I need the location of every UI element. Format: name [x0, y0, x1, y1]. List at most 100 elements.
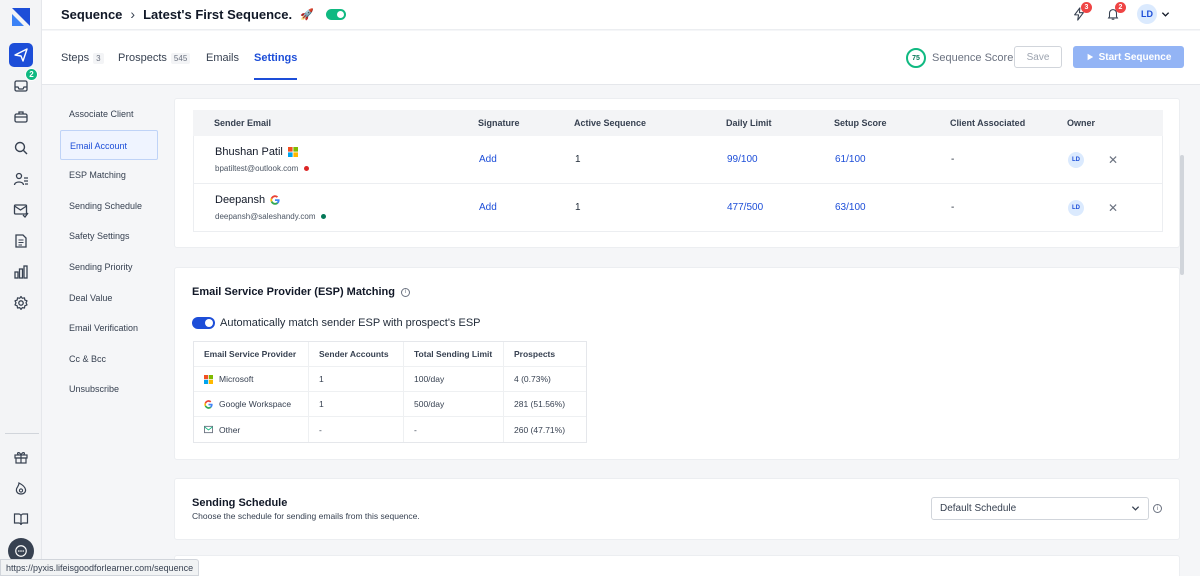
column-header: Setup Score — [834, 118, 887, 128]
status-dot — [304, 166, 310, 171]
column-header: Sender Accounts — [309, 342, 404, 366]
score-ring: 75 — [906, 48, 926, 68]
sender-name: Bhushan Patil — [215, 146, 283, 158]
menu-cc-bcc[interactable]: Cc & Bcc — [60, 344, 158, 375]
briefcase-icon[interactable] — [9, 105, 33, 129]
menu-sending-schedule[interactable]: Sending Schedule — [60, 191, 158, 222]
provider-cell: Microsoft — [194, 367, 309, 391]
schedule-select[interactable]: Default Schedule — [931, 497, 1149, 520]
section-title: Sending Schedule — [192, 497, 287, 509]
daily-limit-link[interactable]: 477/500 — [727, 202, 835, 213]
chevron-down-icon — [1161, 11, 1170, 17]
play-icon — [1087, 53, 1093, 61]
provider-cell: Google Workspace — [194, 392, 309, 416]
menu-email-verification[interactable]: Email Verification — [60, 313, 158, 344]
tab-label: Emails — [206, 52, 240, 64]
link-status-bar: https://pyxis.lifeisgoodforlearner.com/s… — [0, 559, 200, 576]
table-row: Bhushan Patil bpatiltest@outlook.com Add… — [193, 136, 1163, 184]
mail-check-icon[interactable] — [9, 198, 33, 222]
esp-match-toggle[interactable] — [192, 317, 215, 329]
analytics-icon[interactable] — [9, 260, 33, 284]
tab-emails[interactable]: Emails — [206, 52, 239, 64]
scrollbar[interactable] — [1180, 155, 1184, 275]
book-icon[interactable] — [9, 507, 33, 531]
google-icon — [270, 195, 280, 205]
menu-sending-priority[interactable]: Sending Priority — [60, 252, 158, 283]
tab-prospects[interactable]: Prospects 545 — [118, 52, 191, 64]
top-bar: Sequence › Latest's First Sequence. 🚀 3 … — [42, 0, 1200, 30]
left-rail: 2 — [0, 0, 42, 576]
column-header: Email Service Provider — [194, 342, 309, 366]
tab-label: Prospects — [118, 52, 167, 64]
saleshandy-logo[interactable] — [10, 6, 32, 28]
column-header: Active Sequence — [574, 118, 647, 128]
column-header: Owner — [1067, 118, 1096, 128]
table-header: Sender Email Signature Active Sequence D… — [193, 110, 1163, 136]
tab-count: 545 — [170, 52, 191, 64]
table-row: Google Workspace 1 500/day 281 (51.56%) — [194, 392, 586, 417]
table-row: Microsoft 1 100/day 4 (0.73%) — [194, 367, 586, 392]
info-icon[interactable]: i — [1153, 504, 1162, 513]
tab-settings[interactable]: Settings — [254, 52, 298, 80]
active-sequence-count: 1 — [575, 202, 581, 213]
sender-accounts: 1 — [309, 392, 404, 416]
fire-icon[interactable] — [9, 476, 33, 500]
save-button[interactable]: Save — [1014, 46, 1062, 68]
close-icon[interactable]: ✕ — [1108, 153, 1118, 167]
menu-unsubscribe[interactable]: Unsubscribe — [60, 374, 158, 405]
esp-title: Email Service Provider (ESP) Matching — [192, 286, 395, 298]
notification-count: 3 — [1081, 2, 1092, 13]
table-row: Deepansh deepansh@saleshandy.com Add 1 4… — [193, 184, 1163, 232]
avatar: LD — [1137, 4, 1157, 24]
owner-avatar: LD — [1068, 199, 1084, 216]
gift-icon[interactable] — [9, 445, 33, 469]
column-header: Total Sending Limit — [404, 342, 504, 366]
column-header: Signature — [478, 118, 520, 128]
add-signature-link[interactable]: Add — [479, 202, 575, 213]
prospects-icon[interactable] — [9, 167, 33, 191]
column-header: Client Associated — [950, 118, 1026, 128]
user-menu[interactable]: LD — [1137, 4, 1170, 24]
document-icon[interactable] — [9, 229, 33, 253]
sender-accounts: 1 — [309, 367, 404, 391]
microsoft-icon — [287, 147, 298, 157]
provider-name: Other — [219, 424, 241, 435]
top-right-actions: 3 2 LD — [1069, 2, 1170, 24]
settings-gear-icon[interactable] — [9, 291, 33, 315]
add-signature-link[interactable]: Add — [479, 154, 575, 165]
close-icon[interactable]: ✕ — [1108, 201, 1118, 215]
next-section-card — [174, 555, 1180, 576]
sequence-title[interactable]: Latest's First Sequence. — [143, 7, 292, 22]
owner-cell: LD ✕ — [1068, 151, 1128, 168]
search-icon[interactable] — [9, 136, 33, 160]
sequences-icon[interactable] — [9, 43, 33, 67]
sending-schedule-card: Sending Schedule Choose the schedule for… — [174, 478, 1180, 540]
start-sequence-button[interactable]: Start Sequence — [1073, 46, 1184, 68]
schedule-title: Sending Schedule — [192, 497, 288, 509]
sender-accounts: - — [309, 417, 404, 442]
daily-limit-link[interactable]: 99/100 — [727, 154, 835, 165]
owner-cell: LD ✕ — [1068, 199, 1128, 216]
sequence-score[interactable]: 75 Sequence Score — [906, 48, 1013, 68]
bell-notification[interactable]: 2 — [1103, 2, 1126, 24]
breadcrumb-root[interactable]: Sequence — [61, 7, 122, 22]
setup-score-link[interactable]: 63/100 — [835, 202, 951, 213]
tab-steps[interactable]: Steps 3 — [61, 52, 104, 64]
menu-esp-matching[interactable]: ESP Matching — [60, 160, 158, 191]
menu-deal-value[interactable]: Deal Value — [60, 283, 158, 314]
schedule-description: Choose the schedule for sending emails f… — [192, 511, 420, 521]
setup-score-link[interactable]: 61/100 — [835, 154, 951, 165]
menu-safety-settings[interactable]: Safety Settings — [60, 221, 158, 252]
inbox-icon[interactable]: 2 — [9, 68, 38, 98]
bolt-notification[interactable]: 3 — [1069, 2, 1092, 24]
menu-email-account[interactable]: Email Account — [60, 129, 158, 161]
sequence-active-toggle[interactable] — [325, 8, 346, 20]
client-associated: - — [951, 202, 955, 213]
score-label: Sequence Score — [932, 52, 1014, 64]
sending-limit: - — [404, 417, 504, 442]
provider-name: Google Workspace — [219, 399, 292, 409]
schedule-selected-value: Default Schedule — [940, 503, 1017, 514]
menu-associate-client[interactable]: Associate Client — [60, 99, 158, 130]
client-associated: - — [951, 154, 955, 165]
info-icon[interactable]: i — [400, 287, 410, 297]
